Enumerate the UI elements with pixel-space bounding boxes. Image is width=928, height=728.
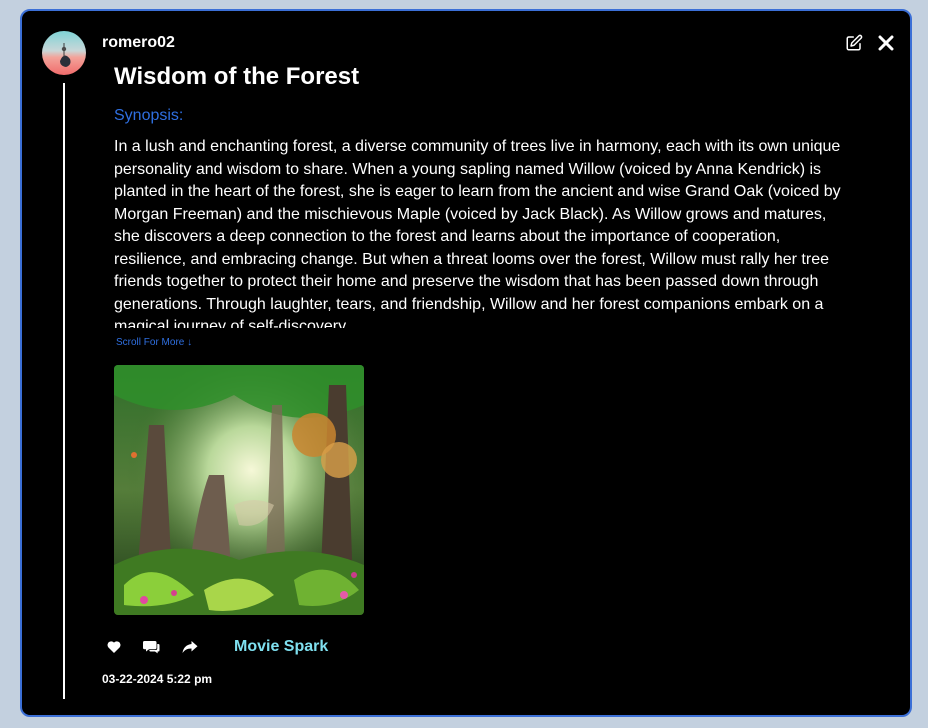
post-actions: Movie Spark — [104, 637, 328, 657]
thread-line — [63, 83, 65, 699]
avatar-image — [42, 31, 86, 75]
synopsis-text[interactable]: In a lush and enchanting forest, a diver… — [114, 136, 844, 328]
top-actions — [844, 33, 896, 53]
comment-icon[interactable] — [142, 637, 162, 657]
edit-icon[interactable] — [844, 33, 864, 53]
heart-icon[interactable] — [104, 637, 124, 657]
username[interactable]: romero02 — [102, 34, 175, 52]
avatar[interactable] — [42, 31, 86, 75]
post-modal: romero02 Wisdom of the Forest Synopsis: … — [20, 9, 912, 717]
share-icon[interactable] — [180, 637, 200, 657]
movie-poster-image[interactable] — [114, 365, 364, 615]
synopsis-label: Synopsis: — [114, 107, 184, 124]
movie-spark-link[interactable]: Movie Spark — [234, 638, 328, 656]
post-timestamp: 03-22-2024 5:22 pm — [102, 672, 213, 686]
close-icon[interactable] — [876, 33, 896, 53]
scroll-for-more-link[interactable]: Scroll For More ↓ — [116, 337, 192, 348]
post-title: Wisdom of the Forest — [114, 63, 360, 90]
